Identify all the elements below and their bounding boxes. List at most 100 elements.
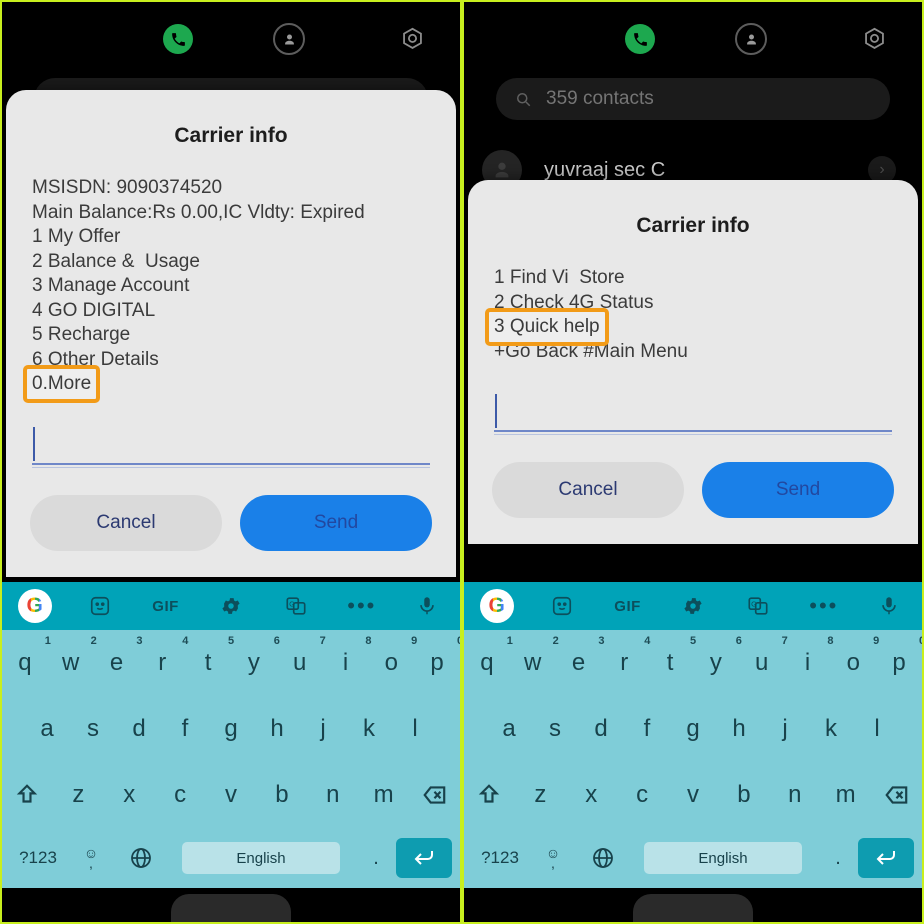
settings-icon[interactable] <box>393 20 431 58</box>
key-o[interactable]: 9o <box>368 635 418 677</box>
keyboard-row-3: z x c v b n m <box>464 762 922 828</box>
key-o[interactable]: 9o <box>830 635 880 677</box>
ussd-reply-input[interactable] <box>494 394 892 440</box>
key-f[interactable]: f <box>624 715 670 743</box>
key-i[interactable]: 8i <box>785 635 834 677</box>
key-d[interactable]: d <box>116 715 162 743</box>
key-l[interactable]: l <box>392 715 438 743</box>
search-input[interactable]: 359 contacts <box>496 78 890 120</box>
key-m[interactable]: m <box>820 781 871 809</box>
contacts-icon[interactable] <box>732 20 770 58</box>
key-w[interactable]: 2w <box>510 635 559 677</box>
translate-icon[interactable]: G <box>264 595 329 617</box>
period-key[interactable]: . <box>818 847 858 870</box>
key-f[interactable]: f <box>162 715 208 743</box>
key-n[interactable]: n <box>307 781 358 809</box>
key-x[interactable]: x <box>104 781 155 809</box>
key-u[interactable]: 7u <box>277 635 326 677</box>
emoji-key[interactable]: ☺, <box>66 846 116 870</box>
gif-icon[interactable]: GIF <box>595 598 660 615</box>
dialog-line: 4 GO DIGITAL <box>32 299 156 321</box>
key-h[interactable]: h <box>254 715 300 743</box>
key-p[interactable]: 0p <box>876 635 922 677</box>
key-v[interactable]: v <box>206 781 257 809</box>
key-t[interactable]: 5t <box>185 635 234 677</box>
key-w[interactable]: 2w <box>48 635 97 677</box>
ussd-reply-input[interactable] <box>32 426 430 473</box>
key-k[interactable]: k <box>808 715 854 743</box>
key-n[interactable]: n <box>769 781 820 809</box>
google-logo-icon[interactable]: G <box>464 589 529 623</box>
key-g[interactable]: g <box>670 715 716 743</box>
space-key[interactable]: English <box>182 842 340 874</box>
key-y[interactable]: 6y <box>693 635 742 677</box>
key-c[interactable]: c <box>155 781 206 809</box>
symbols-key[interactable]: ?123 <box>10 848 66 868</box>
key-j[interactable]: j <box>300 715 346 743</box>
period-key[interactable]: . <box>356 847 396 870</box>
space-key[interactable]: English <box>644 842 802 874</box>
cancel-button[interactable]: Cancel <box>30 494 222 551</box>
enter-key[interactable] <box>858 838 914 878</box>
shift-key[interactable] <box>464 782 515 808</box>
sticker-icon[interactable] <box>67 595 132 617</box>
dialog-title: Carrier info <box>174 124 288 147</box>
sticker-icon[interactable] <box>529 595 594 617</box>
key-p[interactable]: 0p <box>414 635 460 677</box>
key-u[interactable]: 7u <box>739 635 788 677</box>
gear-icon[interactable] <box>198 595 263 617</box>
key-t[interactable]: 5t <box>647 635 696 677</box>
dialog-message-body: MSISDN: 9090374520 Main Balance:Rs 0.00,… <box>6 148 456 402</box>
more-options-icon[interactable]: ••• <box>791 595 856 617</box>
key-j[interactable]: j <box>762 715 808 743</box>
key-d[interactable]: d <box>578 715 624 743</box>
send-button[interactable]: Send <box>240 494 432 551</box>
emoji-key[interactable]: ☺, <box>528 846 578 870</box>
key-b[interactable]: b <box>256 781 307 809</box>
key-x[interactable]: x <box>566 781 617 809</box>
microphone-icon[interactable] <box>857 595 922 617</box>
key-a[interactable]: a <box>486 715 532 743</box>
key-q[interactable]: 1q <box>2 635 51 677</box>
backspace-key[interactable] <box>409 782 460 808</box>
translate-icon[interactable]: G <box>726 595 791 617</box>
settings-icon[interactable] <box>855 20 893 58</box>
gear-icon[interactable] <box>660 595 725 617</box>
contacts-icon[interactable] <box>270 20 308 58</box>
language-globe-key[interactable] <box>116 846 166 870</box>
enter-key[interactable] <box>396 838 452 878</box>
key-z[interactable]: z <box>53 781 104 809</box>
phone-icon[interactable] <box>159 20 197 58</box>
phone-icon[interactable] <box>621 20 659 58</box>
key-r[interactable]: 4r <box>139 635 188 677</box>
key-h[interactable]: h <box>716 715 762 743</box>
symbols-key[interactable]: ?123 <box>472 848 528 868</box>
nav-pill <box>633 894 753 922</box>
key-l[interactable]: l <box>854 715 900 743</box>
key-s[interactable]: s <box>532 715 578 743</box>
microphone-icon[interactable] <box>395 595 460 617</box>
key-q[interactable]: 1q <box>464 635 513 677</box>
key-a[interactable]: a <box>24 715 70 743</box>
key-k[interactable]: k <box>346 715 392 743</box>
send-button[interactable]: Send <box>702 462 894 518</box>
key-v[interactable]: v <box>668 781 719 809</box>
shift-key[interactable] <box>2 782 53 808</box>
key-c[interactable]: c <box>617 781 668 809</box>
key-b[interactable]: b <box>718 781 769 809</box>
key-g[interactable]: g <box>208 715 254 743</box>
more-options-icon[interactable]: ••• <box>329 595 394 617</box>
key-m[interactable]: m <box>358 781 409 809</box>
google-logo-icon[interactable]: G <box>2 589 67 623</box>
language-globe-key[interactable] <box>578 846 628 870</box>
key-z[interactable]: z <box>515 781 566 809</box>
key-y[interactable]: 6y <box>231 635 280 677</box>
backspace-key[interactable] <box>871 782 922 808</box>
key-e[interactable]: 3e <box>556 635 605 677</box>
cancel-button[interactable]: Cancel <box>492 462 684 518</box>
gif-icon[interactable]: GIF <box>133 598 198 615</box>
key-e[interactable]: 3e <box>94 635 143 677</box>
key-r[interactable]: 4r <box>601 635 650 677</box>
key-i[interactable]: 8i <box>323 635 372 677</box>
key-s[interactable]: s <box>70 715 116 743</box>
